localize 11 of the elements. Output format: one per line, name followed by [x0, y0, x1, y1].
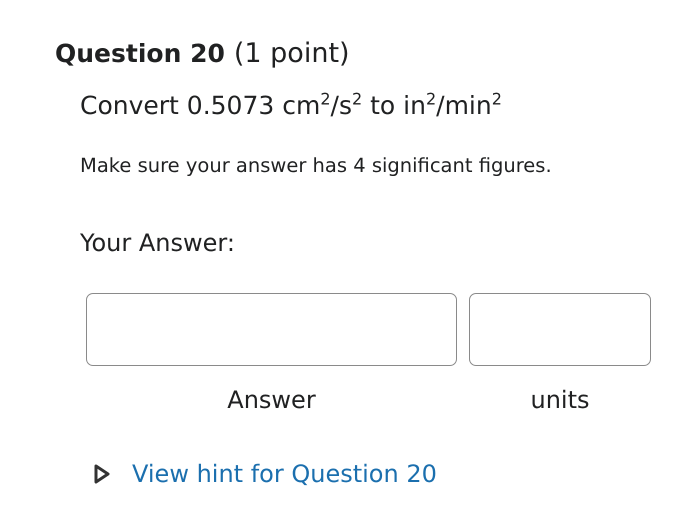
question-title: Question 20	[55, 39, 225, 68]
question-prompt: Convert 0.5073 cm$^{2}$/s$^{2}$ to in$^{2}$/min$^{2}$	[80, 91, 503, 120]
question-points: (1 point)	[234, 38, 350, 69]
answer-field[interactable]	[86, 293, 457, 366]
instruction-text: Make sure your answer has 4 significant figures.	[80, 154, 553, 177]
triangle-icon[interactable]	[94, 464, 110, 484]
hint-link[interactable]: View hint for Question 20	[132, 460, 437, 488]
field-label: units	[530, 386, 590, 414]
answer-field[interactable]	[469, 293, 651, 366]
answer-heading: Your Answer:	[80, 229, 236, 257]
field-label: Answer	[227, 386, 316, 414]
